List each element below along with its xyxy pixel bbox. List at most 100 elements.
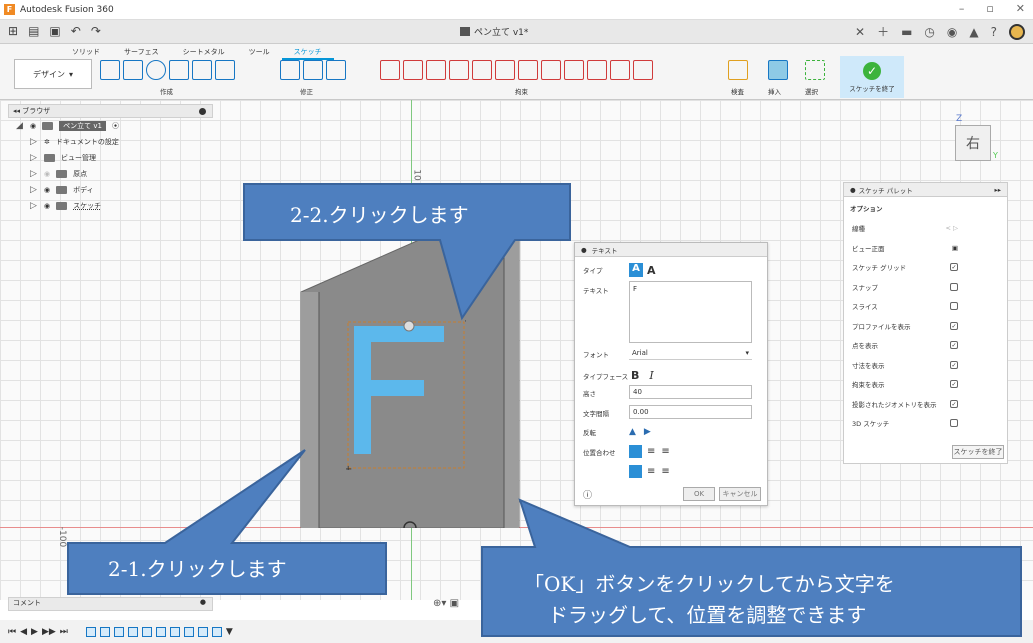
browser-root[interactable]: ◢ ◉ ペン立て v1 ⦿ — [8, 118, 213, 134]
expand-icon[interactable]: ▷ — [30, 137, 38, 147]
finish-sketch-button[interactable]: ✓ スケッチを終了 — [840, 56, 904, 98]
circle-tool-icon[interactable] — [146, 60, 166, 80]
undo-icon[interactable]: ↶ — [71, 24, 81, 38]
dimension-tool-icon[interactable] — [215, 60, 235, 80]
cancel-button[interactable]: キャンセル — [719, 487, 761, 501]
corner-handle[interactable]: + — [346, 464, 352, 470]
align-right-icon[interactable]: ≡ — [661, 446, 669, 457]
browser-item-document-settings[interactable]: ▷ ✲ ドキュメントの設定 — [8, 134, 213, 150]
text-input[interactable]: F — [629, 281, 752, 343]
nav-bar-icons[interactable]: ⊕▾ ▣ — [433, 598, 459, 609]
tab-surface[interactable]: サーフェス — [112, 46, 171, 60]
concentric-icon[interactable] — [564, 60, 584, 80]
pin-icon[interactable]: ● — [200, 598, 206, 606]
parallel-icon[interactable] — [472, 60, 492, 80]
next-step-icon[interactable]: ▶▶ — [42, 627, 56, 637]
expand-icon[interactable]: ▸▸ — [994, 186, 1001, 194]
options-section[interactable]: オプション — [850, 203, 883, 213]
browser-item-bodies[interactable]: ▷ ◉ ボディ — [8, 182, 213, 198]
fix-constraint-icon[interactable] — [380, 60, 400, 80]
perpendicular-icon[interactable] — [403, 60, 423, 80]
expand-icon[interactable]: ▷ — [30, 185, 38, 195]
inspect-group-label[interactable]: 検査 — [731, 86, 744, 96]
viewcube[interactable]: 右 — [955, 125, 991, 161]
insert-image-icon[interactable] — [768, 60, 788, 80]
close-icon[interactable]: ✕ — [1016, 2, 1025, 15]
palette-option-row[interactable]: ビュー正面 ▣ — [852, 243, 1002, 253]
palette-option-row[interactable]: 点を表示 ✓ — [852, 340, 1002, 350]
eye-icon[interactable]: ◉ — [30, 122, 36, 130]
timeline-feature[interactable] — [197, 626, 208, 637]
create-group-label[interactable]: 作成 — [160, 86, 173, 96]
timeline-feature[interactable] — [141, 626, 152, 637]
pin-icon[interactable] — [199, 108, 206, 115]
notification-icon[interactable]: ▲ — [969, 25, 978, 39]
previous-step-icon[interactable]: ◀ — [20, 627, 27, 637]
online-icon[interactable]: ◉ — [947, 25, 957, 39]
palette-option-row[interactable]: 3D スケッチ — [852, 418, 1002, 428]
ok-button[interactable]: OK — [683, 487, 715, 501]
tangent-icon[interactable] — [633, 60, 653, 80]
option-checkbox[interactable]: ✓ — [950, 380, 958, 388]
eye-icon[interactable]: ◉ — [44, 202, 50, 210]
look-at-icon[interactable]: ▣ — [952, 244, 958, 252]
browser-item-origin[interactable]: ▷ ◉ 原点 — [8, 166, 213, 182]
palette-option-row[interactable]: スナップ — [852, 282, 1002, 292]
palette-option-row[interactable]: 寸法を表示 ✓ — [852, 360, 1002, 370]
inspect-icon[interactable] — [728, 60, 748, 80]
file-icon[interactable]: ▤ — [28, 24, 39, 38]
browser-header[interactable]: ◂◂ ブラウザ — [8, 104, 213, 118]
option-checkbox[interactable] — [950, 419, 958, 427]
palette-option-row[interactable]: 線種 < ▷ — [852, 223, 1002, 233]
option-checkbox[interactable]: ✓ — [950, 263, 958, 271]
first-step-icon[interactable]: ⏮ — [8, 627, 16, 637]
comment-icon[interactable]: ▬ — [901, 25, 912, 39]
align-left-icon[interactable] — [629, 445, 642, 458]
valign-bottom-icon[interactable]: ≡ — [661, 466, 669, 477]
palette-option-row[interactable]: 投影されたジオメトリを表示 ✓ — [852, 399, 1002, 409]
lock-icon[interactable] — [518, 60, 538, 80]
option-checkbox[interactable]: ✓ — [950, 399, 958, 408]
bold-button[interactable]: B — [631, 369, 639, 382]
corner-handle[interactable]: + — [464, 320, 466, 327]
clock-icon[interactable]: ◷ — [924, 25, 934, 39]
select-icon[interactable] — [805, 60, 825, 80]
timeline-feature[interactable] — [211, 626, 222, 637]
expand-icon[interactable]: ▷ — [30, 153, 38, 163]
browser-item-sketches[interactable]: ▷ ◉ スケッチ — [8, 198, 213, 214]
fillet-tool-icon[interactable] — [280, 60, 300, 80]
tab-sketch[interactable]: スケッチ — [281, 46, 334, 60]
option-checkbox[interactable]: ✓ — [950, 321, 958, 330]
avatar[interactable] — [1009, 23, 1025, 40]
option-checkbox[interactable]: ✓ — [950, 360, 958, 369]
select-group-label[interactable]: 選択 — [805, 86, 818, 96]
symmetry-icon[interactable] — [610, 60, 630, 80]
sketch-text-letter[interactable]: + + — [346, 320, 466, 470]
rectangle-tool-icon[interactable] — [123, 60, 143, 80]
option-checkbox[interactable]: ✓ — [950, 341, 958, 349]
palette-option-row[interactable]: スケッチ グリッド ✓ — [852, 262, 1002, 272]
valign-top-icon[interactable] — [629, 465, 642, 478]
insert-group-label[interactable]: 挿入 — [768, 86, 781, 96]
info-icon[interactable]: ⓘ — [583, 488, 592, 501]
timeline-feature[interactable] — [99, 626, 110, 637]
valign-middle-icon[interactable]: ≡ — [647, 466, 655, 477]
text-type-single-button[interactable]: A — [629, 263, 643, 277]
palette-option-row[interactable]: スライス — [852, 301, 1002, 311]
trim-tool-icon[interactable] — [303, 60, 323, 80]
line-tool-icon[interactable] — [100, 60, 120, 80]
italic-button[interactable]: I — [649, 369, 653, 382]
workspace-selector[interactable]: デザイン ▾ — [14, 59, 92, 89]
tab-tools[interactable]: ツール — [237, 46, 282, 60]
constraints-group-label[interactable]: 拘束 — [515, 86, 528, 96]
dialog-header[interactable]: ● テキスト — [575, 243, 767, 257]
flip-vertical-icon[interactable]: ▶ — [644, 427, 651, 437]
option-checkbox[interactable] — [950, 282, 958, 291]
offset-tool-icon[interactable] — [326, 60, 346, 80]
timeline-feature[interactable] — [169, 626, 180, 637]
new-tab-icon[interactable]: ＋ — [877, 23, 889, 40]
palette-header[interactable]: ● スケッチ パレット ▸▸ — [844, 183, 1007, 197]
timeline-feature[interactable] — [155, 626, 166, 637]
close-tab-icon[interactable]: ✕ — [855, 25, 865, 39]
activate-icon[interactable]: ⦿ — [112, 121, 119, 131]
